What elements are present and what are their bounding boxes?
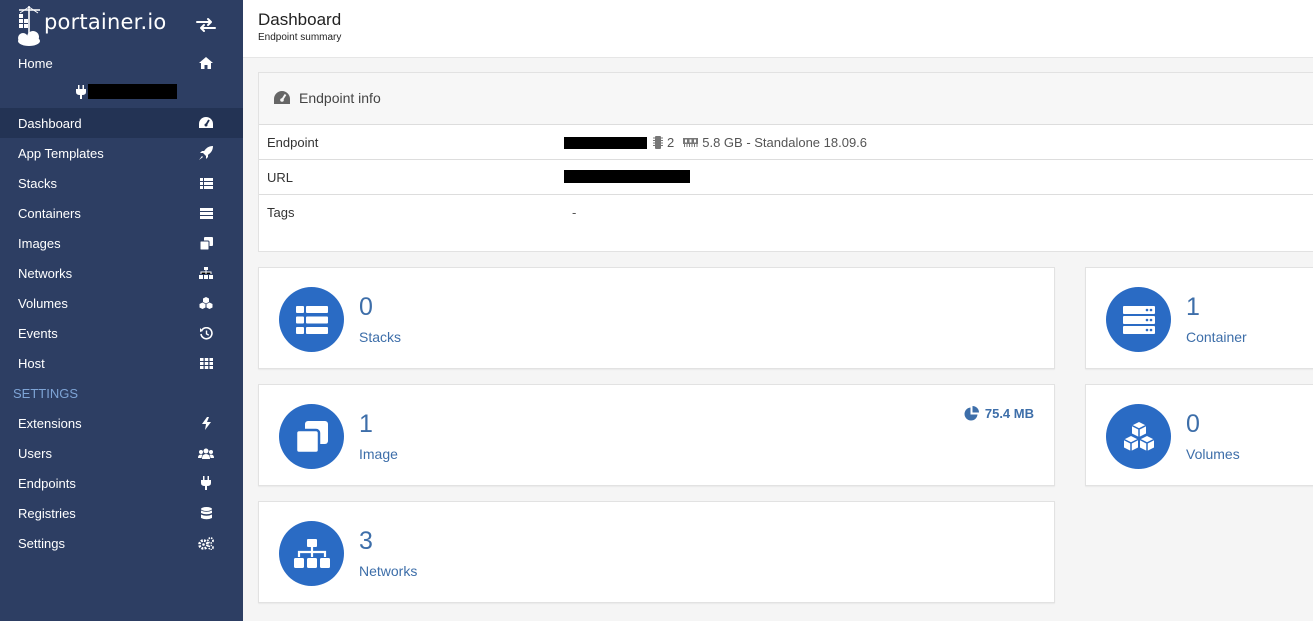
cubes-icon [1106,404,1171,469]
sidebar-item-images[interactable]: Images [0,228,243,258]
sidebar-item-app-templates[interactable]: App Templates [0,138,243,168]
plug-icon [198,476,214,490]
th-list-icon [198,176,214,190]
portainer-logo-icon [16,4,42,46]
stacks-count: 0 [359,293,373,321]
sidebar-item-dashboard[interactable]: Dashboard [0,108,243,138]
endpoint-details: 2 5.8 GB - Standalone 18.09.6 [564,135,867,150]
volumes-count: 0 [1186,410,1200,438]
container-count: 1 [1186,293,1200,321]
dashboard-icon [198,116,214,130]
url-value [564,170,690,183]
sitemap-icon [198,266,214,280]
endpoint-info-panel: Endpoint info Endpoint 2 5.8 GB - Standa… [258,72,1313,252]
plug-icon [76,85,86,104]
image-size-value: 75.4 MB [984,406,1034,421]
logo-text: portainer.io [44,10,167,34]
sitemap-icon [279,521,344,586]
stacks-label: Stacks [359,329,402,345]
url-row: URL [259,160,1313,195]
current-endpoint [0,78,243,108]
sidebar-item-users[interactable]: Users [0,438,243,468]
sidebar: portainer.io Home Dashboard App Template… [0,0,243,621]
history-icon [198,326,214,340]
home-icon [198,56,214,70]
endpoint-name-redacted [564,136,647,149]
clone-icon [198,236,214,250]
server-icon [198,206,214,220]
sidebar-item-networks[interactable]: Networks [0,258,243,288]
networks-label: Networks [359,563,418,579]
url-redacted [564,170,690,183]
sidebar-item-settings[interactable]: Settings [0,528,243,558]
networks-count: 3 [359,527,373,555]
image-label: Image [359,446,398,462]
bolt-icon [198,416,214,430]
microchip-icon [653,136,663,149]
tags-value: - [572,205,577,220]
volumes-label: Volumes [1186,446,1240,462]
th-icon [198,356,214,370]
endpoint-info-header: Endpoint info [259,73,1313,125]
users-icon [198,446,214,460]
sidebar-item-stacks[interactable]: Stacks [0,168,243,198]
sidebar-item-home[interactable]: Home [0,48,243,78]
cogs-icon [198,536,214,550]
sidebar-item-containers[interactable]: Containers [0,198,243,228]
tachometer-icon [274,91,290,110]
stacks-tile[interactable]: 0 Stacks [258,267,1055,369]
sidebar-item-host[interactable]: Host [0,348,243,378]
endpoint-row: Endpoint 2 5.8 GB - Standalone 18.09.6 [259,125,1313,160]
server-icon [1106,287,1171,352]
image-count: 1 [359,410,373,438]
portainer-logo[interactable]: portainer.io [16,4,166,46]
database-icon [198,506,214,520]
sidebar-nav: Home Dashboard App Templates Stacks Cont… [0,48,243,558]
memory-icon [683,138,699,147]
image-tile[interactable]: 1 Image 75.4 MB [258,384,1055,486]
row-key: Endpoint [267,135,319,150]
volumes-tile[interactable]: 0 Volumes [1085,384,1313,486]
brand-area: portainer.io [0,0,243,48]
container-label: Container [1186,329,1247,345]
page-subtitle: Endpoint summary [258,32,342,43]
container-tile[interactable]: 1 Container [1085,267,1313,369]
sidebar-item-volumes[interactable]: Volumes [0,288,243,318]
cpu-count: 2 [667,135,675,150]
clone-icon [279,404,344,469]
endpoint-name-redacted [88,84,177,99]
row-key: URL [267,170,294,185]
image-size: 75.4 MB [964,406,1034,421]
row-key: Tags [267,205,295,220]
page-title: Dashboard [258,10,342,29]
tags-row: Tags - [259,195,1313,230]
sidebar-item-extensions[interactable]: Extensions [0,408,243,438]
sidebar-item-registries[interactable]: Registries [0,498,243,528]
networks-tile[interactable]: 3 Networks [258,501,1055,603]
settings-section-header: SETTINGS [0,378,243,408]
section-label: SETTINGS [13,385,79,401]
memory-and-version: 5.8 GB - Standalone 18.09.6 [702,135,868,150]
endpoint-info-title: Endpoint info [299,90,381,106]
th-list-icon [279,287,344,352]
swap-arrows-icon[interactable] [195,17,217,33]
pie-chart-icon [964,406,979,421]
sidebar-item-endpoints[interactable]: Endpoints [0,468,243,498]
sidebar-item-events[interactable]: Events [0,318,243,348]
rocket-icon [198,146,214,160]
page-header: Dashboard Endpoint summary [243,0,1313,58]
cubes-icon [198,296,214,310]
